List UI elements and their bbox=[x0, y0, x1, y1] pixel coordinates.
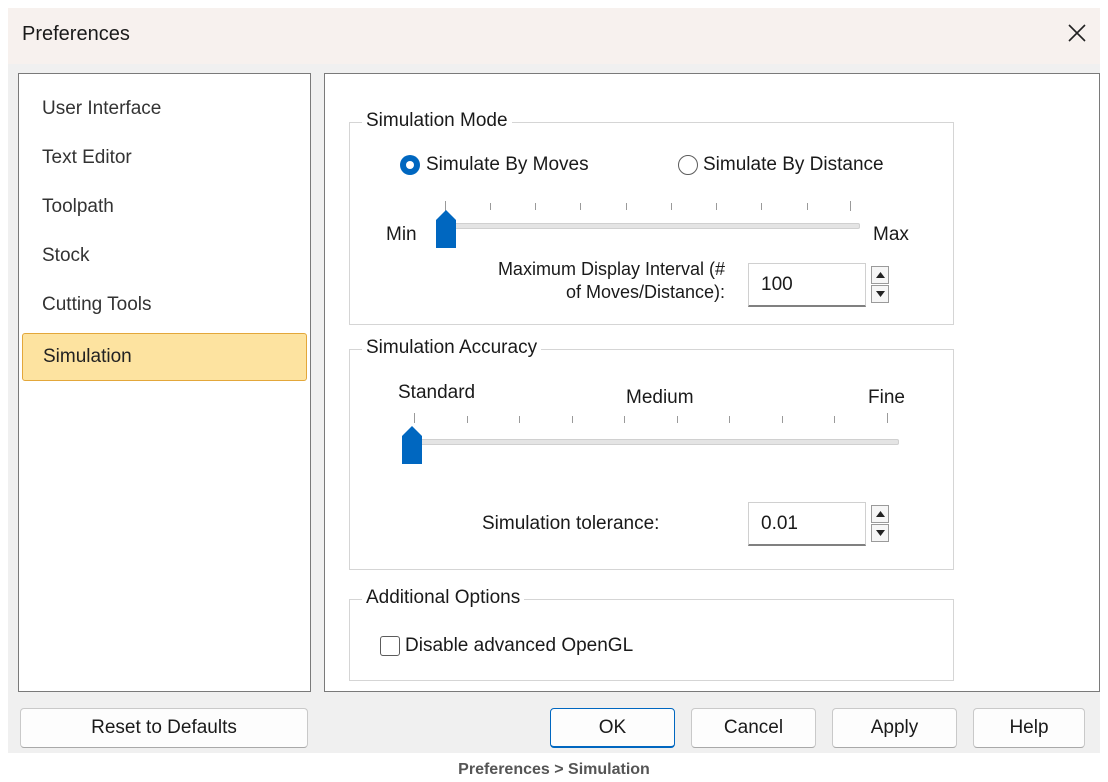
sidebar-item-simulation[interactable]: Simulation bbox=[22, 333, 307, 381]
tolerance-input[interactable] bbox=[748, 502, 866, 546]
preferences-dialog: Preferences User Interface Text Editor T… bbox=[8, 8, 1100, 753]
sidebar-item-user-interface[interactable]: User Interface bbox=[22, 86, 307, 132]
close-button[interactable] bbox=[1062, 18, 1092, 48]
slider-tick bbox=[887, 413, 888, 423]
simulation-mode-group-label: Simulation Mode bbox=[362, 110, 512, 132]
slider-tick bbox=[626, 203, 627, 210]
slider-tick bbox=[572, 416, 573, 423]
display-interval-input[interactable] bbox=[748, 263, 866, 307]
cancel-button[interactable]: Cancel bbox=[691, 708, 816, 748]
interval-increment-button[interactable] bbox=[871, 266, 889, 284]
chevron-up-icon bbox=[876, 272, 885, 278]
figure-caption: Preferences > Simulation bbox=[458, 761, 650, 778]
help-button[interactable]: Help bbox=[973, 708, 1085, 748]
tolerance-increment-button[interactable] bbox=[871, 505, 889, 523]
accuracy-slider-thumb[interactable] bbox=[402, 426, 422, 464]
chevron-down-icon bbox=[876, 530, 885, 536]
sidebar-item-text-editor[interactable]: Text Editor bbox=[22, 135, 307, 181]
apply-button[interactable]: Apply bbox=[832, 708, 957, 748]
simulate-by-moves-radio[interactable] bbox=[400, 155, 420, 175]
window-title: Preferences bbox=[22, 23, 130, 45]
tolerance-label: Simulation tolerance: bbox=[482, 513, 660, 534]
sidebar-item-label: Cutting Tools bbox=[42, 294, 152, 315]
sidebar-item-label: Stock bbox=[42, 245, 90, 266]
simulate-by-distance-label[interactable]: Simulate By Distance bbox=[703, 154, 884, 176]
simulation-accuracy-group: Simulation Accuracy Standard Medium Fine… bbox=[349, 337, 954, 570]
slider-tick bbox=[490, 203, 491, 210]
slider-tick bbox=[729, 416, 730, 423]
sidebar: User Interface Text Editor Toolpath Stoc… bbox=[18, 73, 311, 692]
slider-min-label: Min bbox=[386, 224, 417, 245]
sidebar-item-label: Toolpath bbox=[42, 196, 114, 217]
slider-tick bbox=[850, 201, 851, 211]
slider-tick bbox=[535, 203, 536, 210]
reset-to-defaults-button[interactable]: Reset to Defaults bbox=[20, 708, 308, 748]
accuracy-standard-label: Standard bbox=[398, 382, 476, 403]
close-icon bbox=[1062, 18, 1092, 48]
disable-opengl-checkbox[interactable] bbox=[380, 636, 400, 656]
display-interval-slider-thumb[interactable] bbox=[436, 210, 456, 248]
slider-tick bbox=[807, 203, 808, 210]
sidebar-item-toolpath[interactable]: Toolpath bbox=[22, 184, 307, 230]
simulation-accuracy-group-label: Simulation Accuracy bbox=[362, 337, 542, 359]
sidebar-item-label: Text Editor bbox=[42, 147, 132, 168]
ok-button[interactable]: OK bbox=[550, 708, 675, 748]
display-interval-slider[interactable] bbox=[446, 223, 860, 229]
sidebar-item-label: Simulation bbox=[43, 346, 132, 367]
interval-label-line2: of Moves/Distance): bbox=[565, 282, 725, 302]
simulate-by-distance-radio[interactable] bbox=[678, 155, 698, 175]
slider-thumb-icon bbox=[436, 210, 456, 248]
slider-tick bbox=[671, 203, 672, 210]
slider-tick bbox=[624, 416, 625, 423]
accuracy-medium-label: Medium bbox=[626, 387, 694, 408]
chevron-up-icon bbox=[876, 511, 885, 517]
tolerance-decrement-button[interactable] bbox=[871, 524, 889, 542]
slider-tick bbox=[467, 416, 468, 423]
additional-options-group: Additional Options Disable advanced Open… bbox=[349, 587, 954, 681]
simulate-by-moves-label[interactable]: Simulate By Moves bbox=[426, 154, 589, 176]
slider-max-label: Max bbox=[873, 224, 909, 245]
slider-thumb-icon bbox=[402, 426, 422, 464]
interval-label-line1: Maximum Display Interval (# bbox=[497, 259, 725, 279]
title-bar: Preferences bbox=[8, 8, 1100, 64]
chevron-down-icon bbox=[876, 291, 885, 297]
simulation-mode-group: Simulation Mode Simulate By Moves Simula… bbox=[349, 110, 954, 325]
sidebar-item-stock[interactable]: Stock bbox=[22, 233, 307, 279]
slider-tick bbox=[580, 203, 581, 210]
slider-tick bbox=[716, 203, 717, 210]
accuracy-slider[interactable] bbox=[414, 439, 899, 445]
slider-tick bbox=[677, 416, 678, 423]
accuracy-fine-label: Fine bbox=[868, 387, 905, 408]
slider-tick bbox=[414, 413, 415, 423]
sidebar-item-cutting-tools[interactable]: Cutting Tools bbox=[22, 282, 307, 328]
slider-tick bbox=[834, 416, 835, 423]
content-panel: Simulation Mode Simulate By Moves Simula… bbox=[324, 73, 1100, 692]
disable-opengl-label[interactable]: Disable advanced OpenGL bbox=[405, 635, 633, 657]
slider-tick bbox=[519, 416, 520, 423]
additional-options-group-label: Additional Options bbox=[362, 587, 525, 609]
sidebar-item-label: User Interface bbox=[42, 98, 162, 119]
slider-tick bbox=[782, 416, 783, 423]
interval-decrement-button[interactable] bbox=[871, 285, 889, 303]
slider-tick bbox=[761, 203, 762, 210]
